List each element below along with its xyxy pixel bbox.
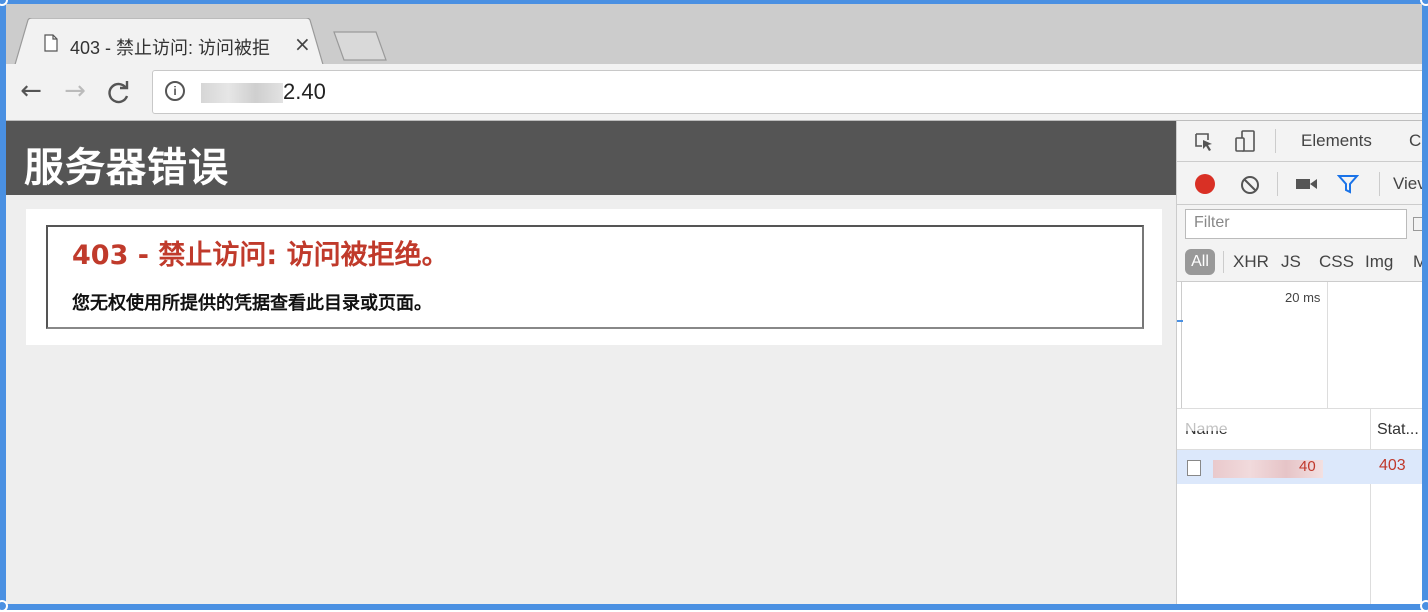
selection-frame — [0, 0, 1428, 610]
resize-handle[interactable] — [0, 600, 8, 612]
resize-handle[interactable] — [1420, 600, 1428, 612]
